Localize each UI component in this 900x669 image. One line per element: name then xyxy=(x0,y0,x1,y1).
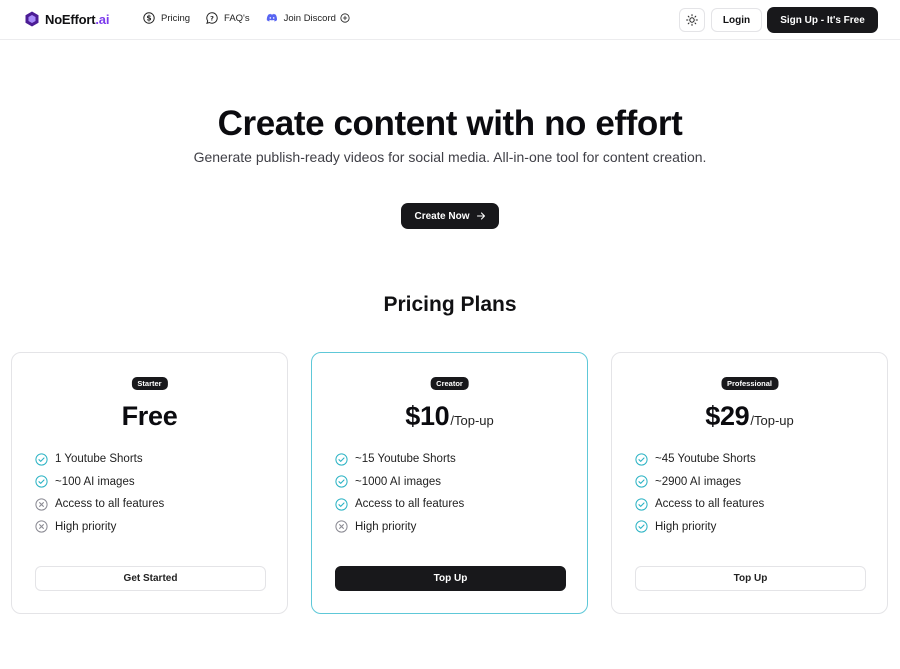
price-suffix: /Top-up xyxy=(450,413,494,428)
feature-item: High priority xyxy=(35,516,164,539)
discord-icon xyxy=(266,13,277,22)
feature-text: 1 Youtube Shorts xyxy=(55,453,143,466)
nav-link-discord[interactable]: Join Discord xyxy=(266,12,350,24)
feature-text: ~45 Youtube Shorts xyxy=(655,453,756,466)
create-now-label: Create Now xyxy=(414,210,470,222)
plan-card-creator: Creator $10/Top-up ~15 Youtube Shorts ~1000… xyxy=(311,352,588,614)
feature-item: High priority xyxy=(635,516,764,539)
plan-badge: Starter xyxy=(131,377,168,390)
hexagon-logo-icon xyxy=(25,11,39,27)
nav-link-label: Pricing xyxy=(161,12,191,24)
hero-title: Create content with no effort xyxy=(217,104,683,143)
brand-name: NoEffort.ai xyxy=(45,11,110,27)
feature-item: Access to all features xyxy=(35,493,164,516)
check-circle-icon xyxy=(635,520,648,533)
feature-text: ~100 AI images xyxy=(55,475,135,488)
check-circle-icon xyxy=(335,498,348,511)
top-nav: NoEffort.ai $ Pricing ? FAQ's Join Disco… xyxy=(0,0,900,40)
price-row: $10/Top-up xyxy=(312,401,587,432)
brand-logo-link[interactable]: NoEffort.ai xyxy=(25,11,109,27)
feature-item: Access to all features xyxy=(635,493,764,516)
feature-item: Access to all features xyxy=(335,493,464,516)
hero-subtitle: Generate publish-ready videos for social… xyxy=(193,149,707,165)
feature-item: ~45 Youtube Shorts xyxy=(635,448,764,471)
plan-card-starter: Starter Free 1 Youtube Shorts ~100 AI image… xyxy=(11,352,288,614)
sun-icon xyxy=(686,14,698,26)
feature-item: ~100 AI images xyxy=(35,471,164,494)
feature-text: High priority xyxy=(355,520,417,533)
create-now-button[interactable]: Create Now xyxy=(401,203,499,229)
feature-text: ~15 Youtube Shorts xyxy=(355,453,456,466)
check-circle-icon xyxy=(635,453,648,466)
feature-list: 1 Youtube Shorts ~100 AI images Access to … xyxy=(35,448,164,538)
price-row: $29/Top-up xyxy=(612,401,887,432)
login-button[interactable]: Login xyxy=(711,8,762,32)
plus-circle-icon xyxy=(340,13,350,23)
feature-text: High priority xyxy=(55,520,117,533)
get-started-button[interactable]: Get Started xyxy=(35,566,266,591)
feature-item: High priority xyxy=(335,516,464,539)
x-circle-icon xyxy=(335,520,348,533)
feature-text: ~1000 AI images xyxy=(355,475,441,488)
check-circle-icon xyxy=(635,498,648,511)
plan-price: $10 xyxy=(405,401,450,431)
feature-text: Access to all features xyxy=(355,498,465,511)
dollar-circle-icon: $ xyxy=(143,12,155,24)
top-up-button[interactable]: Top Up xyxy=(335,566,566,591)
price-suffix: /Top-up xyxy=(750,413,794,428)
feature-list: ~15 Youtube Shorts ~1000 AI images Access … xyxy=(335,448,464,538)
feature-item: 1 Youtube Shorts xyxy=(35,448,164,471)
nav-links: $ Pricing ? FAQ's Join Discord xyxy=(143,12,350,24)
signup-button[interactable]: Sign Up - It's Free xyxy=(767,7,878,33)
price-row: Free xyxy=(12,401,287,432)
plan-price: Free xyxy=(121,401,178,431)
feature-text: Access to all features xyxy=(655,498,765,511)
nav-link-label: FAQ's xyxy=(224,12,250,24)
feature-text: ~2900 AI images xyxy=(655,475,741,488)
plan-badge: Creator xyxy=(430,377,469,390)
feature-item: ~15 Youtube Shorts xyxy=(335,448,464,471)
feature-text: High priority xyxy=(655,520,717,533)
feature-item: ~2900 AI images xyxy=(635,471,764,494)
feature-text: Access to all features xyxy=(55,498,165,511)
nav-link-label: Join Discord xyxy=(283,12,336,24)
svg-text:$: $ xyxy=(146,14,151,23)
pricing-title: Pricing Plans xyxy=(383,293,517,316)
nav-link-pricing[interactable]: $ Pricing xyxy=(143,12,190,24)
check-circle-icon xyxy=(35,453,48,466)
feature-item: ~1000 AI images xyxy=(335,471,464,494)
check-circle-icon xyxy=(335,453,348,466)
arrow-right-icon xyxy=(476,212,485,220)
check-circle-icon xyxy=(335,475,348,488)
top-up-button[interactable]: Top Up xyxy=(635,566,866,591)
check-circle-icon xyxy=(635,475,648,488)
nav-link-faqs[interactable]: ? FAQ's xyxy=(206,12,250,24)
x-circle-icon xyxy=(35,520,48,533)
question-bubble-icon: ? xyxy=(206,12,218,24)
feature-list: ~45 Youtube Shorts ~2900 AI images Access … xyxy=(635,448,764,538)
theme-toggle-button[interactable] xyxy=(679,8,705,32)
x-circle-icon xyxy=(35,498,48,511)
plan-card-professional: Professional $29/Top-up ~45 Youtube Shorts… xyxy=(611,352,888,614)
check-circle-icon xyxy=(35,475,48,488)
plan-price: $29 xyxy=(705,401,750,431)
plan-badge: Professional xyxy=(720,377,779,390)
svg-text:?: ? xyxy=(210,14,214,22)
